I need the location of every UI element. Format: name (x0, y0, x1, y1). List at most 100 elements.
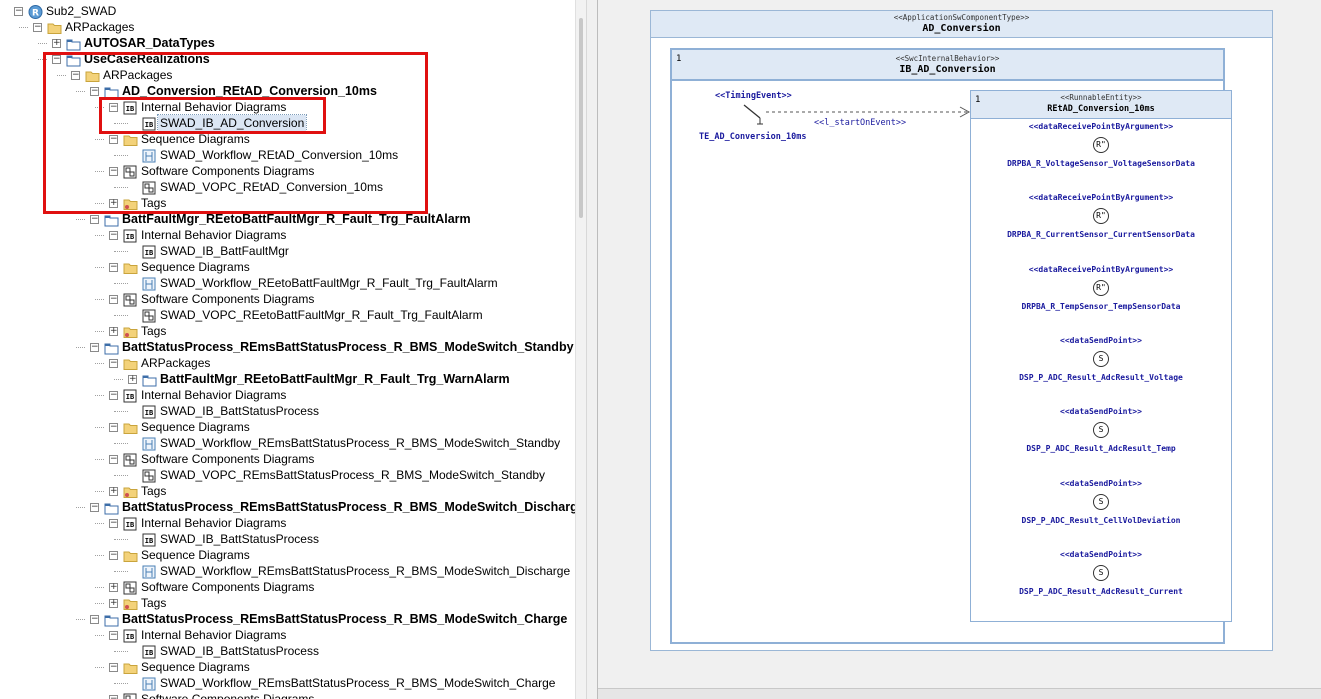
panel-splitter[interactable] (586, 0, 598, 699)
tree-node[interactable]: − IB Internal Behavior Diagrams (0, 627, 575, 643)
expand-icon[interactable]: + (128, 375, 137, 384)
collapse-icon[interactable]: − (109, 391, 118, 400)
diagram-horizontal-scrollbar[interactable] (598, 688, 1321, 699)
svg-text:IB: IB (126, 233, 134, 241)
collapse-icon[interactable]: − (109, 519, 118, 528)
tree-node[interactable]: − Software Components Diagrams (0, 291, 575, 307)
collapse-icon[interactable]: − (109, 423, 118, 432)
tree-node[interactable]: SWAD_VOPC_REetoBattFaultMgr_R_Fault_Trg_… (0, 307, 575, 323)
package-root-icon: R (28, 4, 43, 19)
tree-node-label: SWAD_Workflow_REmsBattStatusProcess_R_BM… (160, 676, 556, 690)
ib-multiplicity: 1 (676, 54, 682, 64)
trigger-dependency-arrow[interactable] (766, 105, 976, 119)
diagram-canvas[interactable]: <<ApplicationSwComponentType>> AD_Conver… (598, 0, 1321, 699)
collapse-icon[interactable]: − (90, 215, 99, 224)
access-name: DRPBA_R_TempSensor_TempSensorData (1021, 301, 1181, 311)
tree-node[interactable]: − IB Internal Behavior Diagrams (0, 387, 575, 403)
tree-node-label: SWAD_IB_BattStatusProcess (160, 404, 319, 418)
collapse-icon[interactable]: − (109, 455, 118, 464)
tree-node-label: Sub2_SWAD (46, 4, 117, 18)
collapse-icon[interactable]: − (109, 263, 118, 272)
collapse-icon[interactable]: − (109, 631, 118, 640)
runnable-access-item[interactable]: <<dataSendPoint>> S DSP_P_ADC_Result_AdcRe… (971, 336, 1231, 383)
collapse-icon[interactable]: − (90, 343, 99, 352)
tree-node[interactable]: + AUTOSAR_DataTypes (0, 35, 575, 51)
collapse-icon[interactable]: − (109, 551, 118, 560)
tree-node[interactable]: + Software Components Diagrams (0, 579, 575, 595)
tree-node[interactable]: SWAD_Workflow_REetoBattFaultMgr_R_Fault_… (0, 275, 575, 291)
tree-node[interactable]: IB SWAD_IB_BattStatusProcess (0, 643, 575, 659)
runnable-access-item[interactable]: <<dataSendPoint>> S DSP_P_ADC_Result_CellV… (971, 479, 1231, 526)
tree-node-label: BattFaultMgr_REetoBattFaultMgr_R_Fault_T… (160, 372, 510, 386)
tree-node-label: Sequence Diagrams (141, 260, 250, 274)
collapse-icon[interactable]: − (14, 7, 23, 16)
tree-node[interactable]: − Sequence Diagrams (0, 659, 575, 675)
ib-diagram-icon: IB (123, 516, 138, 531)
runnable-access-item[interactable]: <<dataSendPoint>> S DSP_P_ADC_Result_AdcRe… (971, 407, 1231, 454)
package-icon (142, 372, 157, 387)
sequence-diagram-icon (142, 436, 157, 451)
collapse-icon[interactable]: − (109, 663, 118, 672)
tree-connector-line (38, 43, 47, 44)
tree-node[interactable]: − ARPackages (0, 19, 575, 35)
expand-icon[interactable]: + (52, 39, 61, 48)
tree-node[interactable]: − IB Internal Behavior Diagrams (0, 515, 575, 531)
runnable-access-item[interactable]: <<dataReceivePointByArgument>> R" DRPBA_R_… (971, 193, 1231, 240)
tree-node[interactable]: + Tags (0, 323, 575, 339)
access-name: DRPBA_R_CurrentSensor_CurrentSensorData (1007, 230, 1195, 240)
collapse-icon[interactable]: − (109, 231, 118, 240)
tree-node[interactable]: − R Sub2_SWAD (0, 3, 575, 19)
component-diagram-icon (123, 692, 138, 699)
runnable-entity-box[interactable]: 1 <<RunnableEntity>> REtAD_Conversion_10… (970, 90, 1232, 622)
tree-node-label: Sequence Diagrams (141, 420, 250, 434)
access-stereotype: <<dataSendPoint>> (1060, 407, 1142, 417)
tree-node[interactable]: − Sequence Diagrams (0, 259, 575, 275)
collapse-icon[interactable]: − (109, 695, 118, 699)
tree-node[interactable]: IB SWAD_IB_BattStatusProcess (0, 531, 575, 547)
collapse-icon[interactable]: − (90, 503, 99, 512)
tree-node-label: AUTOSAR_DataTypes (84, 36, 215, 50)
collapse-icon[interactable]: − (33, 23, 42, 32)
collapse-icon[interactable]: − (109, 359, 118, 368)
tree-node[interactable]: + BattFaultMgr_REetoBattFaultMgr_R_Fault_… (0, 371, 575, 387)
tree-node[interactable]: − Software Components Diagrams (0, 691, 575, 699)
runnable-access-item[interactable]: <<dataReceivePointByArgument>> R" DRPBA_R_… (971, 122, 1231, 169)
runnable-access-item[interactable]: <<dataReceivePointByArgument>> R" DRPBA_R_… (971, 265, 1231, 312)
tree-connector-line (76, 219, 85, 220)
tree-node[interactable]: SWAD_VOPC_REmsBattStatusProcess_R_BMS_Mo… (0, 467, 575, 483)
tree-scrollbar-thumb[interactable] (579, 18, 583, 218)
expand-icon[interactable]: + (109, 599, 118, 608)
tree-node[interactable]: − Sequence Diagrams (0, 547, 575, 563)
tree-node[interactable]: SWAD_Workflow_REmsBattStatusProcess_R_BM… (0, 675, 575, 691)
tree-connector-line (114, 283, 128, 284)
access-stereotype: <<dataSendPoint>> (1060, 335, 1142, 345)
tree-node[interactable]: SWAD_Workflow_REmsBattStatusProcess_R_BM… (0, 435, 575, 451)
runnable-access-item[interactable]: <<dataSendPoint>> S DSP_P_ADC_Result_AdcRe… (971, 550, 1231, 597)
expand-icon[interactable]: + (109, 327, 118, 336)
access-name: DSP_P_ADC_Result_CellVolDeviation (1021, 515, 1181, 525)
expand-icon[interactable]: + (109, 487, 118, 496)
tree-node[interactable]: + Tags (0, 483, 575, 499)
tree-node[interactable]: + Tags (0, 595, 575, 611)
tree-connector-line (114, 443, 128, 444)
tree-node[interactable]: SWAD_Workflow_REmsBattStatusProcess_R_BM… (0, 563, 575, 579)
tree-connector-line (95, 299, 104, 300)
tree-connector-line (95, 363, 104, 364)
tree-node[interactable]: − Sequence Diagrams (0, 419, 575, 435)
tree-node[interactable]: IB SWAD_IB_BattFaultMgr (0, 243, 575, 259)
tree-node[interactable]: IB SWAD_IB_BattStatusProcess (0, 403, 575, 419)
tree-node[interactable]: − BattStatusProcess_REmsBattStatusProcess… (0, 611, 575, 627)
tree-node-label: SWAD_IB_BattFaultMgr (160, 244, 289, 258)
tree-node[interactable]: − IB Internal Behavior Diagrams (0, 227, 575, 243)
tree-node[interactable]: − BattStatusProcess_REmsBattStatusProcess… (0, 499, 585, 515)
collapse-icon[interactable]: − (90, 615, 99, 624)
access-stereotype: <<dataSendPoint>> (1060, 549, 1142, 559)
collapse-icon[interactable]: − (109, 295, 118, 304)
tree-node[interactable]: − BattStatusProcess_REmsBattStatusProcess… (0, 339, 575, 355)
expand-icon[interactable]: + (109, 583, 118, 592)
tree-node[interactable]: − Software Components Diagrams (0, 451, 575, 467)
tree-node[interactable]: − ARPackages (0, 355, 575, 371)
runnable-multiplicity: 1 (975, 95, 981, 105)
tree-vertical-scrollbar[interactable] (575, 0, 586, 699)
svg-text:IB: IB (145, 409, 153, 417)
